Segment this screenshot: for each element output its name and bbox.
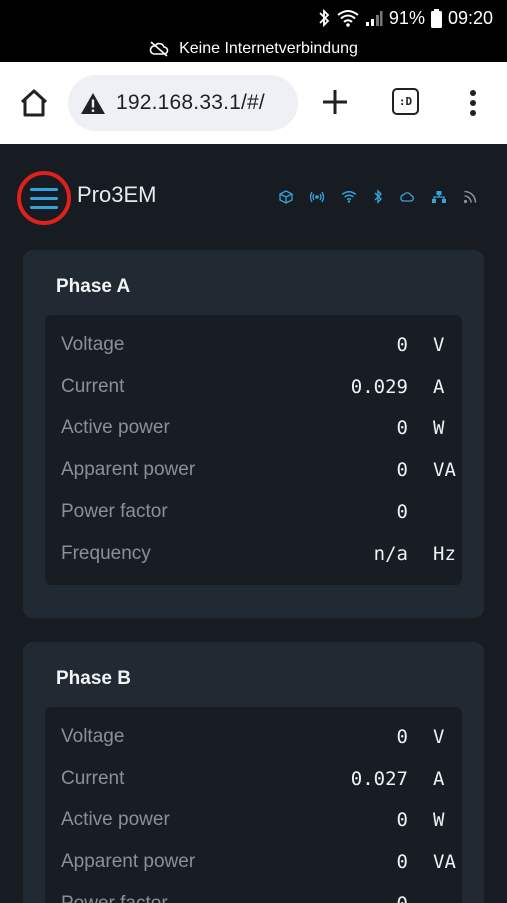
browser-toolbar: 192.168.33.1/#/ :D — [0, 62, 507, 144]
row-value: 0 — [396, 333, 408, 356]
tab-switcher-button[interactable]: :D — [392, 88, 419, 115]
cloud-icon — [400, 191, 414, 202]
row-active-power: Active power 0 W — [45, 800, 462, 842]
row-value: 0 — [396, 809, 408, 832]
menu-line — [30, 196, 58, 200]
row-value: 0 — [396, 417, 408, 440]
offline-banner-text: Keine Internetverbindung — [179, 40, 358, 57]
rss-icon — [463, 190, 477, 203]
row-unit: V — [433, 333, 445, 356]
app-view: Pro3EM Phase A Voltage 0 V Current 0.029 A A… — [0, 144, 507, 903]
phase-card-a: Phase A Voltage 0 V Current 0.029 A Active p… — [23, 250, 484, 618]
row-label: Voltage — [61, 333, 125, 355]
device-title: Pro3EM — [77, 182, 157, 207]
menu-line — [30, 187, 58, 191]
row-power-factor: Power factor 0 — [45, 883, 462, 903]
row-label: Active power — [61, 809, 170, 831]
row-value: 0 — [396, 851, 408, 874]
row-label: Current — [61, 375, 125, 397]
row-value: 0 — [396, 725, 408, 748]
phase-title: Phase A — [56, 276, 131, 297]
offline-banner: Keine Internetverbindung — [0, 36, 507, 62]
row-value: n/a — [373, 542, 408, 565]
tab-switcher-label: :D — [398, 95, 413, 108]
row-active-power: Active power 0 W — [45, 408, 462, 450]
row-unit: Hz — [433, 542, 456, 565]
row-label: Apparent power — [61, 851, 196, 873]
network-icon — [432, 190, 446, 203]
battery-percent: 91% — [388, 7, 425, 28]
cloud-off-icon — [149, 41, 169, 57]
row-label: Current — [61, 767, 125, 789]
row-voltage: Voltage 0 V — [45, 324, 462, 366]
phase-values-table: Voltage 0 V Current 0.029 A Active power 0 W A… — [45, 315, 462, 585]
row-power-factor: Power factor 0 — [45, 491, 462, 533]
row-current: Current 0.027 A — [45, 758, 462, 800]
row-apparent-power: Apparent power 0 VA — [45, 841, 462, 883]
home-icon[interactable] — [18, 87, 50, 119]
phase-values-table: Voltage 0 V Current 0.027 A Active power 0 W A… — [45, 707, 462, 903]
broadcast-icon — [309, 191, 325, 202]
phase-card-b: Phase B Voltage 0 V Current 0.027 A Active p… — [23, 642, 484, 903]
row-unit: V — [433, 725, 445, 748]
bluetooth-status-icon — [319, 8, 330, 28]
row-value: 0 — [396, 501, 408, 524]
row-current: Current 0.029 A — [45, 366, 462, 408]
new-tab-icon[interactable] — [320, 87, 350, 117]
row-label: Power factor — [61, 893, 168, 903]
battery-icon — [430, 8, 442, 28]
url-text[interactable]: 192.168.33.1/#/ — [116, 91, 265, 115]
status-bar: 91% 09:20 — [0, 0, 507, 36]
row-unit: A — [433, 767, 445, 790]
overflow-menu-icon[interactable] — [469, 89, 477, 117]
row-value: 0.027 — [350, 767, 408, 790]
hamburger-menu-button[interactable] — [17, 171, 71, 225]
cube-icon — [279, 189, 293, 204]
row-unit: W — [433, 417, 445, 440]
row-value: 0.029 — [350, 375, 408, 398]
wifi-status-icon — [337, 10, 359, 27]
wifi-icon — [341, 191, 357, 203]
address-bar[interactable]: 192.168.33.1/#/ — [68, 75, 298, 131]
signal-status-icon — [365, 11, 383, 26]
row-unit: VA — [433, 851, 456, 874]
menu-line — [30, 205, 58, 209]
row-frequency: Frequency n/a Hz — [45, 533, 462, 575]
row-label: Frequency — [61, 542, 151, 564]
row-unit: A — [433, 375, 445, 398]
row-label: Voltage — [61, 725, 125, 747]
row-voltage: Voltage 0 V — [45, 716, 462, 758]
row-value: 0 — [396, 459, 408, 482]
row-label: Power factor — [61, 501, 168, 523]
connection-status-icons — [279, 189, 477, 204]
row-label: Active power — [61, 417, 170, 439]
bluetooth-icon — [374, 189, 382, 204]
row-label: Apparent power — [61, 459, 196, 481]
phase-title: Phase B — [56, 668, 131, 689]
status-icons: 91% 09:20 — [317, 7, 493, 29]
row-unit: VA — [433, 459, 456, 482]
warning-icon[interactable] — [80, 92, 106, 115]
row-unit: W — [433, 809, 445, 832]
row-apparent-power: Apparent power 0 VA — [45, 449, 462, 491]
clock: 09:20 — [447, 7, 493, 28]
row-value: 0 — [397, 893, 408, 903]
